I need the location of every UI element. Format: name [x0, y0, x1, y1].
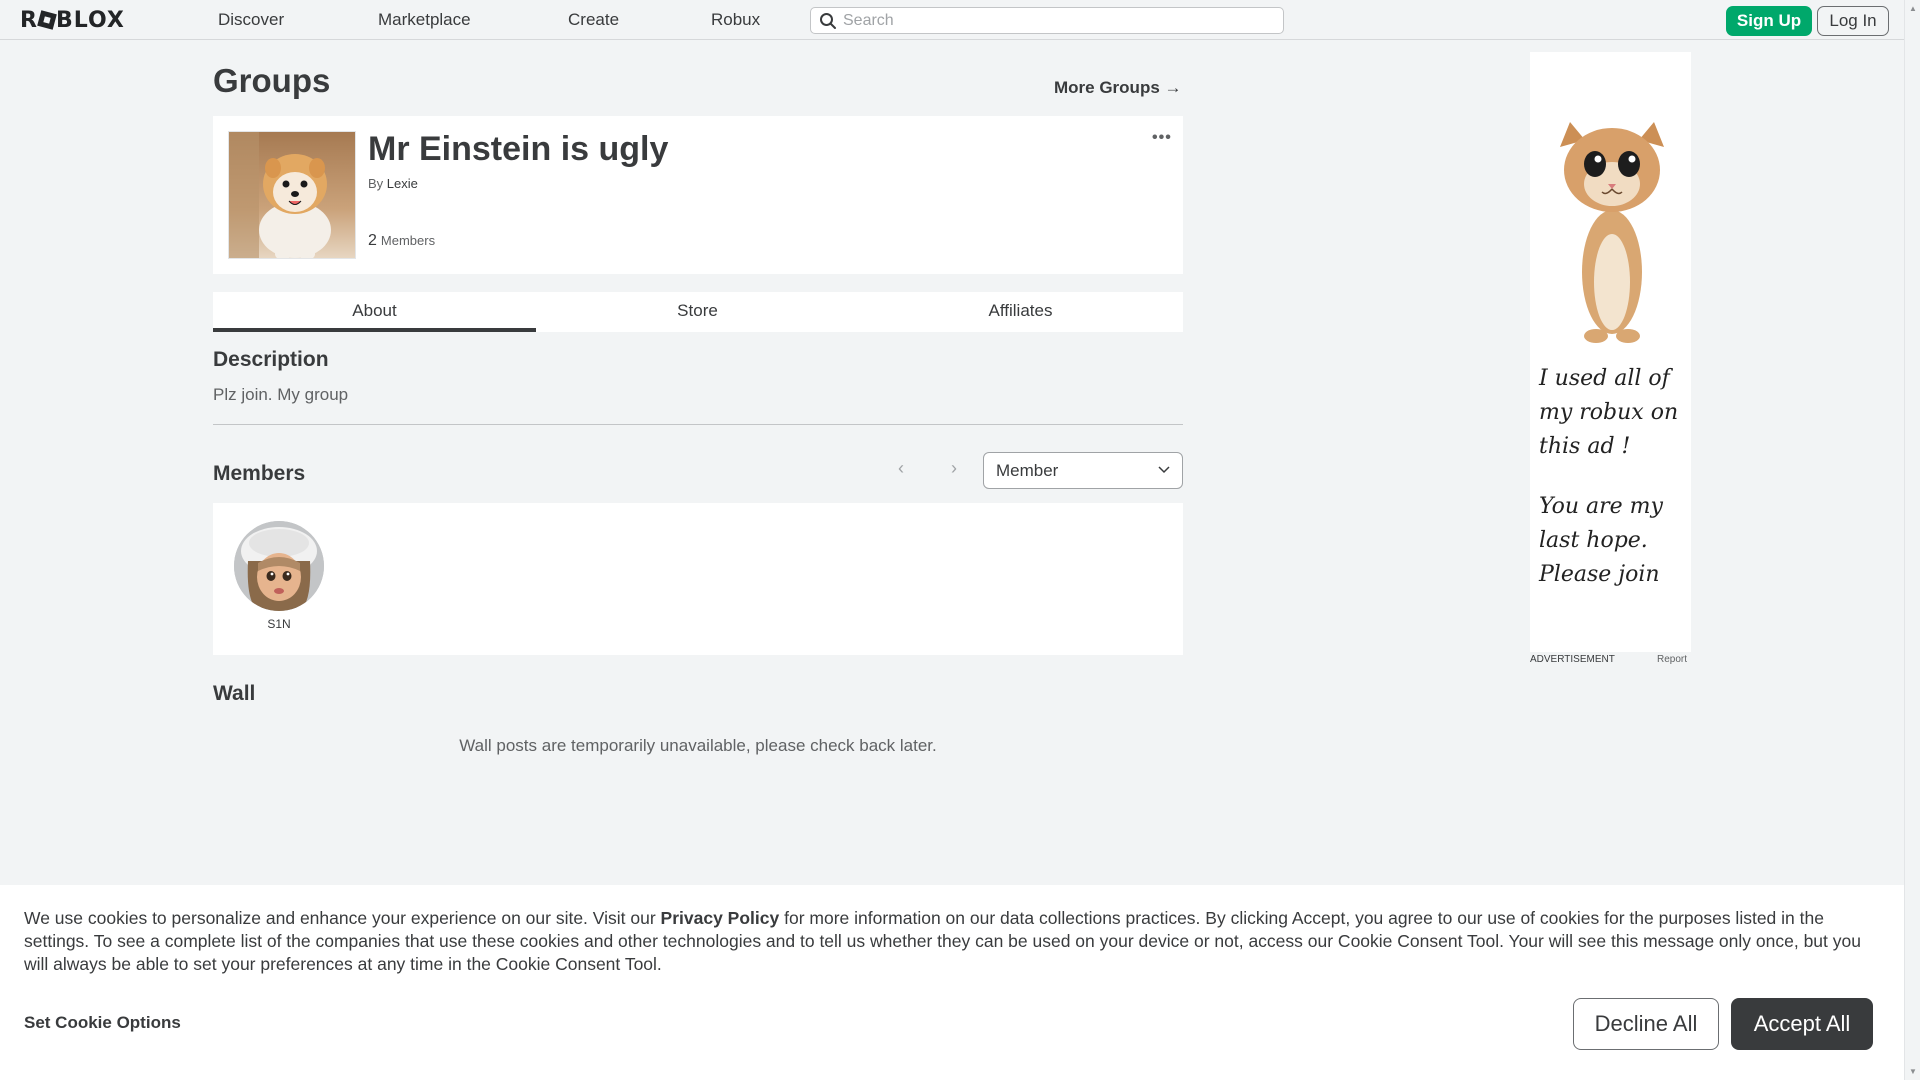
chevron-down-icon — [1158, 466, 1170, 474]
ad-line: You are my — [1539, 494, 1663, 519]
log-in-button[interactable]: Log In — [1817, 6, 1889, 36]
cookie-consent-banner: We use cookies to personalize and enhanc… — [0, 885, 1904, 1080]
roblox-logo[interactable]: R BLOX — [20, 8, 125, 33]
wall-unavailable-message: Wall posts are temporarily unavailable, … — [459, 736, 937, 755]
member-item[interactable]: S1N — [234, 521, 324, 631]
nav-marketplace[interactable]: Marketplace — [378, 10, 471, 30]
group-tabs: About Store Affiliates — [213, 292, 1183, 332]
cookie-text-before: We use cookies to personalize and enhanc… — [24, 908, 661, 928]
advertisement-label: ADVERTISEMENT — [1530, 654, 1615, 665]
ad-text: I used all of my robux on this ad ! You … — [1539, 362, 1689, 592]
description-text: Plz join. My group — [213, 385, 349, 404]
search-box[interactable] — [810, 7, 1284, 34]
owner-link[interactable]: Lexie — [387, 176, 418, 191]
members-list: S1N — [213, 503, 1183, 655]
owner-prefix: By — [368, 176, 384, 191]
accept-all-button[interactable]: Accept All — [1731, 998, 1873, 1050]
group-name: Mr Einstein is ugly — [368, 130, 669, 168]
ad-line: I used all of — [1539, 366, 1670, 391]
tab-about[interactable]: About — [213, 292, 536, 332]
role-dropdown[interactable]: Member — [983, 452, 1183, 489]
divider — [213, 424, 1183, 425]
more-options-icon[interactable]: ••• — [1152, 129, 1172, 147]
advertisement-banner[interactable]: I used all of my robux on this ad ! You … — [1530, 52, 1691, 652]
ad-line: my robux on — [1539, 400, 1679, 425]
member-count-value: 2 — [368, 232, 377, 249]
nav-create[interactable]: Create — [568, 10, 619, 30]
wall-heading: Wall — [213, 682, 256, 705]
role-dropdown-value: Member — [996, 461, 1059, 480]
search-input[interactable] — [843, 11, 1273, 31]
cookie-message: We use cookies to personalize and enhanc… — [24, 907, 1884, 976]
decline-all-button[interactable]: Decline All — [1573, 998, 1719, 1050]
ad-line: last hope. — [1539, 528, 1648, 553]
scroll-up-icon[interactable]: ▲ — [1909, 4, 1917, 13]
description-heading: Description — [213, 348, 329, 371]
ad-line: Please join — [1539, 562, 1660, 587]
tab-store[interactable]: Store — [536, 292, 859, 332]
set-cookie-options-link[interactable]: Set Cookie Options — [24, 1013, 181, 1033]
member-avatar[interactable] — [234, 521, 324, 611]
ad-line: this ad ! — [1539, 434, 1631, 459]
next-page-icon[interactable]: › — [951, 458, 957, 479]
page-scrollbar[interactable]: ▲ ▼ — [1904, 0, 1920, 1080]
more-groups-link[interactable]: More Groups → — [1054, 78, 1182, 98]
group-owner-line: By Lexie — [368, 176, 418, 191]
search-icon — [820, 13, 836, 29]
nav-robux[interactable]: Robux — [711, 10, 760, 30]
ad-report-link[interactable]: Report — [1657, 654, 1687, 665]
member-name[interactable]: S1N — [234, 617, 324, 631]
group-emblem-image — [228, 131, 356, 259]
tab-affiliates[interactable]: Affiliates — [859, 292, 1182, 332]
scroll-down-icon[interactable]: ▼ — [1909, 1067, 1917, 1076]
top-navigation: R BLOX Discover Marketplace Create Robux … — [0, 0, 1904, 40]
page-title: Groups — [213, 62, 331, 99]
nav-discover[interactable]: Discover — [218, 10, 284, 30]
sign-up-button[interactable]: Sign Up — [1726, 6, 1812, 36]
previous-page-icon[interactable]: ‹ — [898, 458, 904, 479]
members-heading: Members — [213, 462, 306, 485]
member-count: 2 Members — [368, 232, 435, 250]
member-count-label: Members — [380, 233, 436, 248]
group-header-card: Mr Einstein is ugly By Lexie 2 Members ••… — [213, 116, 1183, 274]
privacy-policy-link[interactable]: Privacy Policy — [661, 908, 780, 928]
kitten-image — [1560, 122, 1664, 343]
